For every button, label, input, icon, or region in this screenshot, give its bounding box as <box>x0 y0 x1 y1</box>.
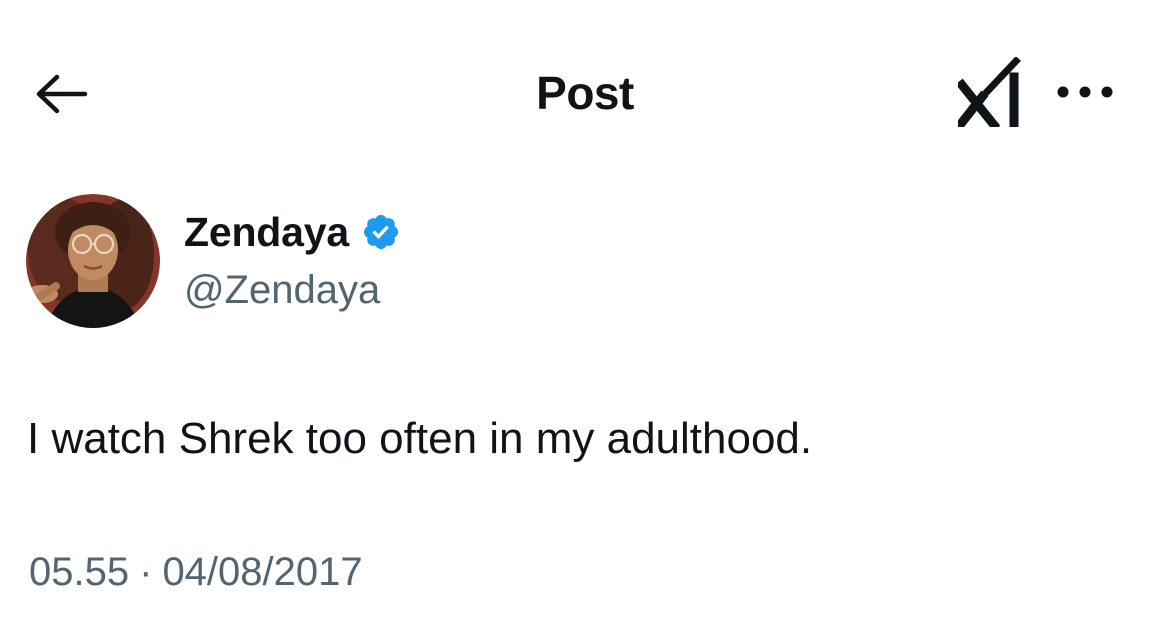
avatar-photo <box>26 194 160 328</box>
post-text: I watch Shrek too often in my adulthood. <box>27 414 813 463</box>
more-horizontal-icon <box>1057 86 1113 98</box>
post-time[interactable]: 05.55 <box>29 548 129 596</box>
post-date[interactable]: 04/08/2017 <box>162 548 362 596</box>
avatar[interactable] <box>26 194 160 328</box>
meta-separator: · <box>139 550 153 594</box>
grok-icon <box>958 57 1021 127</box>
post-timestamp: 05.55 · 04/08/2017 <box>29 548 363 596</box>
grok-button[interactable] <box>956 56 1026 128</box>
more-options-button[interactable] <box>1052 74 1118 110</box>
author-handle[interactable]: @Zendaya <box>184 266 380 314</box>
top-navigation-bar: Post <box>0 0 1170 185</box>
verified-badge-icon <box>363 214 399 250</box>
author-name-row[interactable]: Zendaya <box>184 208 401 256</box>
post-author: Zendaya @Zendaya <box>26 194 726 328</box>
display-name: Zendaya <box>184 209 349 255</box>
